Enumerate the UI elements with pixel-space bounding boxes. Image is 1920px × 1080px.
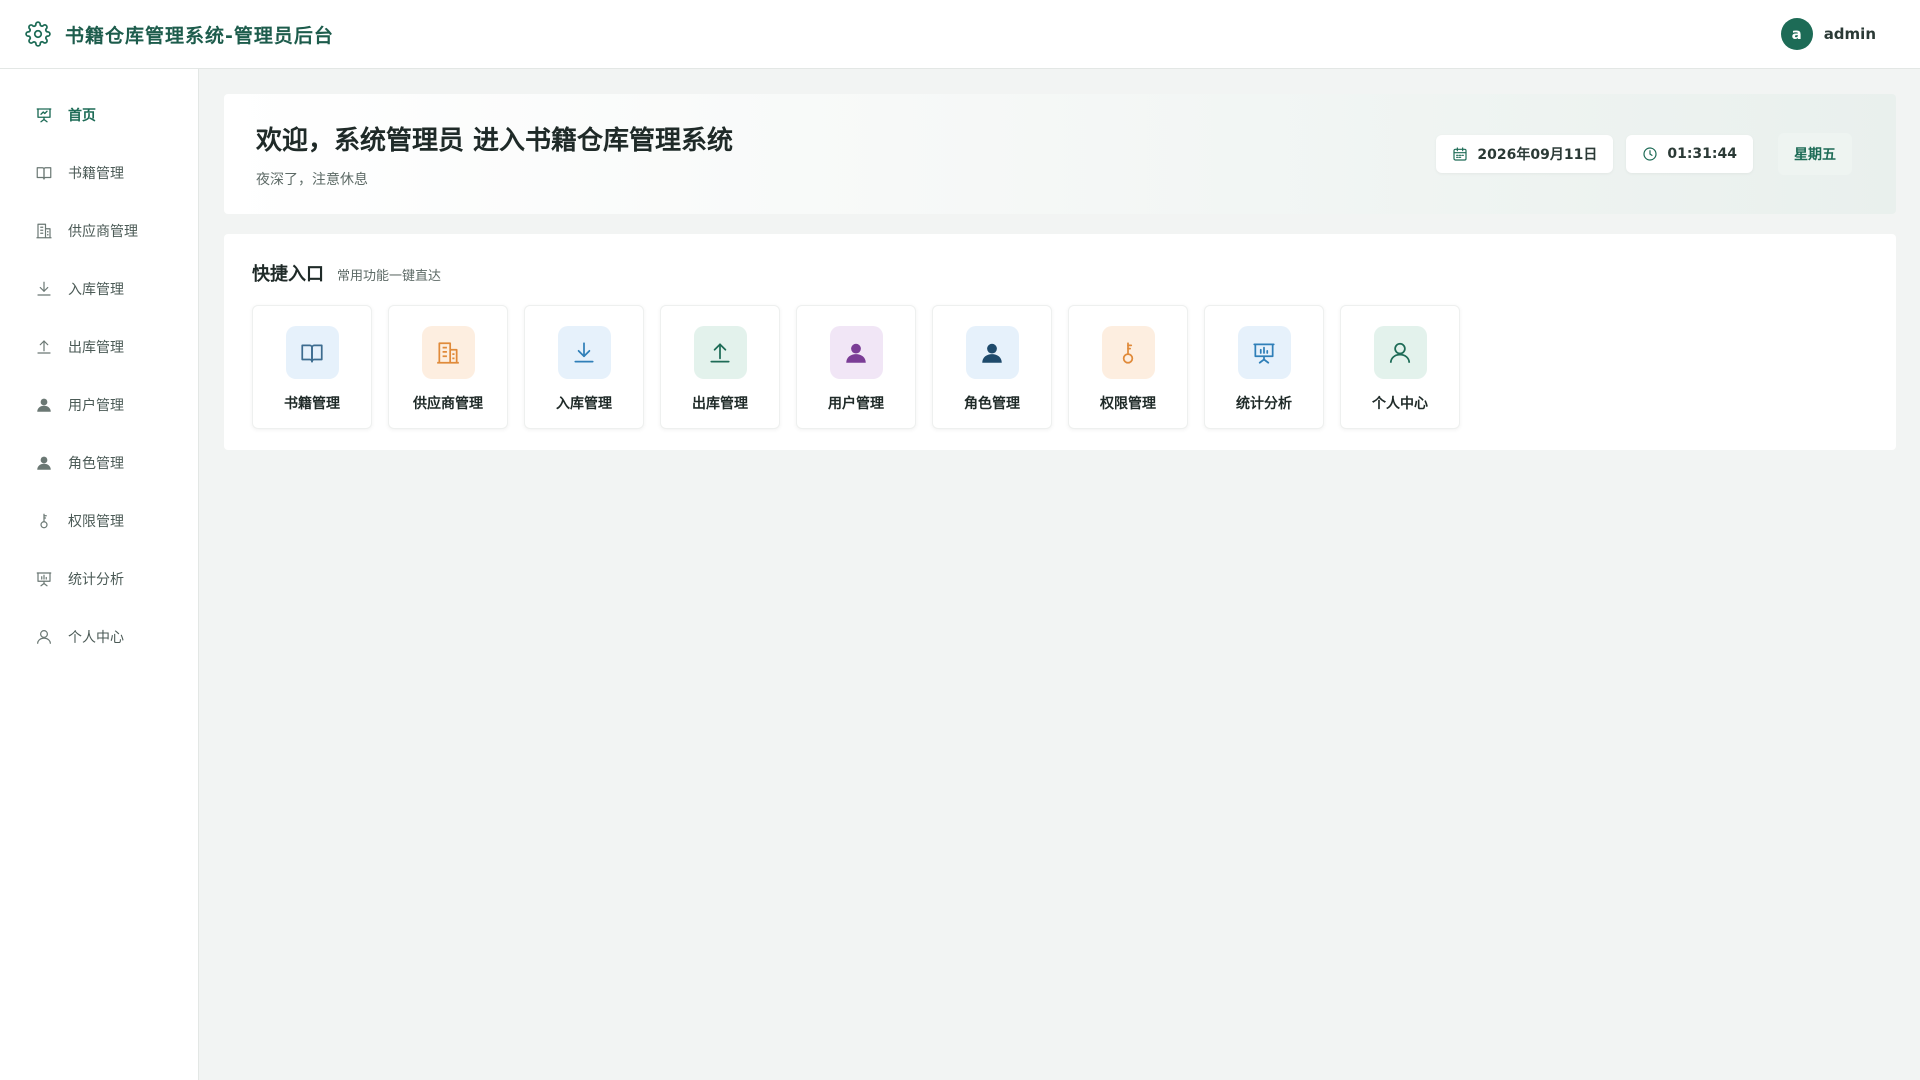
sidebar-item-users[interactable]: 用户管理 [0, 376, 198, 434]
sidebar-item-roles[interactable]: 角色管理 [0, 434, 198, 492]
time-chip: 01:31:44 [1626, 135, 1753, 173]
sidebar-item-suppliers[interactable]: 供应商管理 [0, 202, 198, 260]
gear-icon [25, 21, 51, 47]
upload-icon [35, 338, 53, 356]
sidebar-item-permissions[interactable]: 权限管理 [0, 492, 198, 550]
current-time: 01:31:44 [1667, 146, 1737, 162]
user-filled-icon [965, 326, 1019, 379]
book-icon [35, 164, 53, 182]
presentation-icon [35, 106, 53, 124]
welcome-title: 欢迎，系统管理员 进入书籍仓库管理系统 [256, 125, 734, 156]
quick-card-outbound[interactable]: 出库管理 [660, 305, 780, 429]
quick-card-books[interactable]: 书籍管理 [252, 305, 372, 429]
main-content: 欢迎，系统管理员 进入书籍仓库管理系统 夜深了，注意休息 2026年09月11日… [224, 94, 1896, 450]
quick-access-panel: 快捷入口 常用功能一键直达 书籍管理 供应商管理 入库管理 出库管理 用户管理 … [224, 234, 1896, 450]
sidebar-item-outbound[interactable]: 出库管理 [0, 318, 198, 376]
quick-card-permissions[interactable]: 权限管理 [1068, 305, 1188, 429]
sidebar-item-label: 统计分析 [68, 572, 124, 588]
quick-card-label: 权限管理 [1100, 396, 1156, 412]
user-filled-icon [35, 396, 53, 414]
quick-card-roles[interactable]: 角色管理 [932, 305, 1052, 429]
sidebar-item-label: 权限管理 [68, 514, 124, 530]
sidebar-item-label: 首页 [68, 108, 96, 124]
quick-card-profile[interactable]: 个人中心 [1340, 305, 1460, 429]
brand: 书籍仓库管理系统-管理员后台 [25, 21, 334, 48]
key-icon [1101, 326, 1155, 379]
upload-icon [693, 326, 747, 379]
presentation-icon [1237, 326, 1291, 379]
quick-access-title: 快捷入口 [252, 264, 324, 285]
quick-card-users[interactable]: 用户管理 [796, 305, 916, 429]
current-date: 2026年09月11日 [1477, 147, 1598, 163]
building-icon [421, 326, 475, 379]
welcome-subtitle: 夜深了，注意休息 [256, 171, 368, 188]
download-icon [557, 326, 611, 379]
date-chip: 2026年09月11日 [1436, 135, 1614, 173]
sidebar-item-books[interactable]: 书籍管理 [0, 144, 198, 202]
user-menu[interactable]: a admin [1780, 18, 1876, 50]
quick-card-label: 供应商管理 [413, 396, 483, 412]
app-title: 书籍仓库管理系统-管理员后台 [65, 24, 334, 47]
sidebar-item-label: 用户管理 [68, 398, 124, 414]
sidebar-item-label: 角色管理 [68, 456, 124, 472]
current-weekday: 星期五 [1778, 133, 1852, 175]
sidebar-item-label: 书籍管理 [68, 166, 124, 182]
building-icon [35, 222, 53, 240]
username[interactable]: admin [1824, 25, 1876, 43]
clock-icon [1642, 146, 1658, 162]
user-filled-icon [35, 454, 53, 472]
sidebar-item-label: 出库管理 [68, 340, 124, 356]
quick-card-inbound[interactable]: 入库管理 [524, 305, 644, 429]
quick-card-label: 个人中心 [1372, 396, 1428, 412]
sidebar-item-label: 供应商管理 [68, 224, 138, 240]
calendar-icon [1452, 146, 1468, 162]
sidebar-item-statistics[interactable]: 统计分析 [0, 550, 198, 608]
download-icon [35, 280, 53, 298]
weekday-chip: 星期五 [1766, 133, 1864, 175]
avatar[interactable]: a [1780, 18, 1813, 50]
top-header: 书籍仓库管理系统-管理员后台 a admin [0, 0, 1920, 69]
welcome-banner: 欢迎，系统管理员 进入书籍仓库管理系统 夜深了，注意休息 2026年09月11日… [224, 94, 1896, 214]
sidebar-item-profile[interactable]: 个人中心 [0, 608, 198, 666]
key-icon [35, 512, 53, 530]
quick-access-subtitle: 常用功能一键直达 [337, 269, 442, 284]
sidebar-item-label: 个人中心 [68, 630, 124, 646]
quick-card-label: 出库管理 [692, 396, 748, 412]
user-outline-icon [1373, 326, 1427, 379]
quick-card-label: 角色管理 [964, 396, 1020, 412]
presentation-icon [35, 570, 53, 588]
sidebar: 首页 书籍管理 供应商管理 入库管理 出库管理 用户管理 角色管理 权限管理 统… [0, 69, 199, 1080]
sidebar-item-inbound[interactable]: 入库管理 [0, 260, 198, 318]
user-filled-icon [829, 326, 883, 379]
quick-card-suppliers[interactable]: 供应商管理 [388, 305, 508, 429]
sidebar-item-label: 入库管理 [68, 282, 124, 298]
book-icon [285, 326, 339, 379]
quick-card-label: 统计分析 [1236, 396, 1292, 412]
quick-card-label: 入库管理 [556, 396, 612, 412]
quick-card-statistics[interactable]: 统计分析 [1204, 305, 1324, 429]
quick-card-label: 书籍管理 [284, 396, 340, 412]
sidebar-item-home[interactable]: 首页 [0, 86, 198, 144]
quick-card-label: 用户管理 [828, 396, 884, 412]
user-outline-icon [35, 628, 53, 646]
